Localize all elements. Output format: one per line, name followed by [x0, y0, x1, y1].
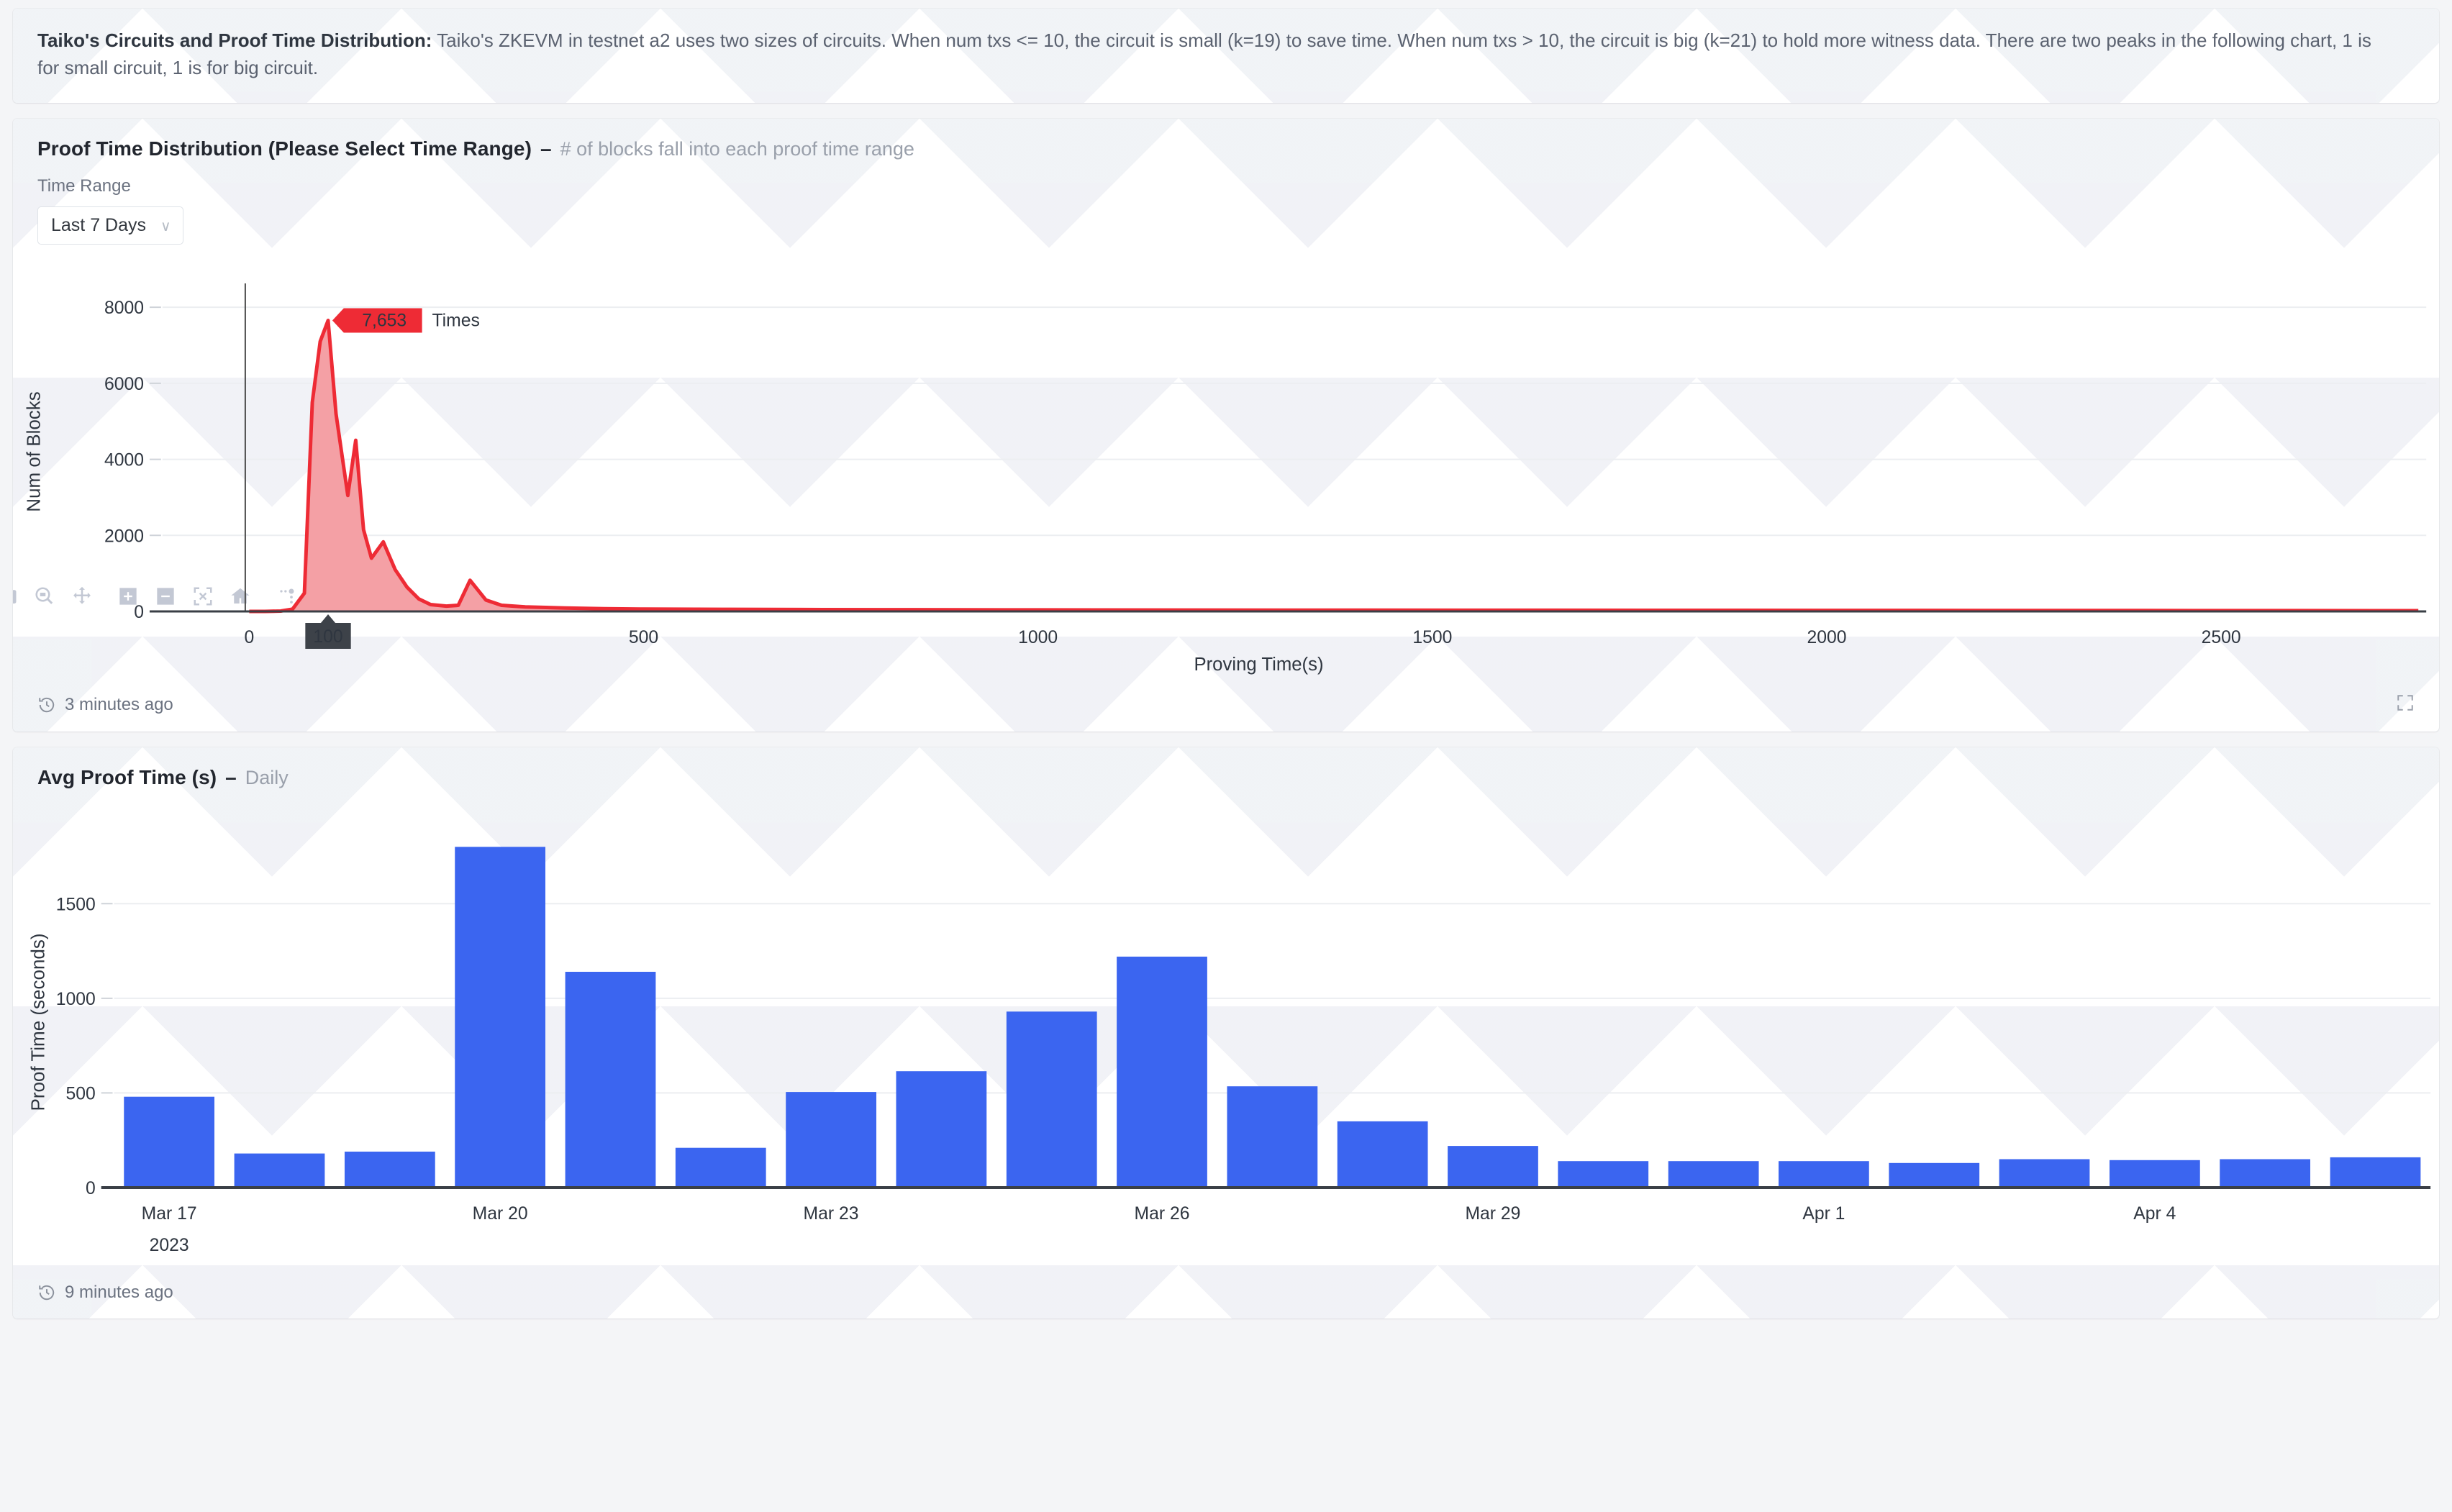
avg-proof-time-card: Avg Proof Time (s) – Daily 0 500 1000 1500 …: [13, 747, 2439, 1319]
svg-text:0: 0: [86, 1178, 96, 1198]
svg-text:Mar 29: Mar 29: [1465, 1203, 1520, 1224]
svg-text:0: 0: [244, 627, 254, 647]
description-lead: Taiko's Circuits and Proof Time Distribu…: [37, 29, 432, 51]
expand-icon[interactable]: [2396, 693, 2415, 716]
panel1-title: Proof Time Distribution (Please Select T…: [37, 137, 532, 160]
bar[interactable]: [1779, 1161, 1869, 1188]
y-gridlines: [162, 306, 2427, 537]
time-range-value: Last 7 Days: [51, 215, 147, 236]
panel1-header: Proof Time Distribution (Please Select T…: [13, 137, 2439, 160]
description-card: Taiko's Circuits and Proof Time Distribu…: [13, 9, 2439, 104]
svg-text:Times: Times: [432, 311, 479, 331]
svg-text:2023: 2023: [150, 1235, 189, 1255]
bar[interactable]: [675, 1148, 766, 1188]
hover-x-label: 100: [305, 614, 351, 650]
time-range-control: Time Range Last 7 Days ∨: [13, 160, 2439, 245]
avg-proof-time-plot[interactable]: 0 500 1000 1500 Mar 17 2023 Mar 20 Mar 23 Mar 2…: [13, 811, 2439, 1271]
area-chart-svg[interactable]: 0 2000 4000 6000 8000 0 500 1000 1500 2000 2500 7…: [13, 279, 2439, 682]
panel1-subtitle: # of blocks fall into each proof time ra…: [560, 138, 914, 160]
panel2-subtitle: Daily: [245, 767, 289, 789]
bar[interactable]: [2330, 1157, 2421, 1188]
svg-text:2000: 2000: [1807, 627, 1846, 647]
svg-text:Mar 17: Mar 17: [142, 1203, 197, 1224]
panel2-updated: 9 minutes ago: [37, 1283, 173, 1303]
x-axis-ticks: 0 500 1000 1500 2000 2500: [244, 627, 2240, 647]
description-text: Taiko's Circuits and Proof Time Distribu…: [37, 27, 2376, 81]
svg-text:Apr 1: Apr 1: [1802, 1203, 1845, 1224]
x-axis-ticks: Mar 17 2023 Mar 20 Mar 23 Mar 26 Mar 29 Apr 1 A…: [142, 1203, 2176, 1255]
panel1-footer: 3 minutes ago: [13, 682, 2439, 732]
peak-annotation: 7,653 Times: [332, 308, 480, 333]
bar[interactable]: [1889, 1163, 1980, 1188]
panel2-header: Avg Proof Time (s) – Daily: [13, 766, 2439, 789]
bar[interactable]: [455, 847, 545, 1188]
svg-text:1000: 1000: [56, 989, 96, 1009]
y-axis-ticks: 0 2000 4000 6000 8000: [104, 298, 161, 622]
y-axis-title: Num of Blocks: [24, 392, 45, 513]
proof-time-distribution-plot[interactable]: 0 2000 4000 6000 8000 0 500 1000 1500 2000 2500 7…: [13, 279, 2439, 682]
svg-text:4000: 4000: [104, 450, 144, 470]
bars[interactable]: [124, 847, 2421, 1188]
bar[interactable]: [344, 1152, 435, 1188]
panel2-updated-text: 9 minutes ago: [65, 1283, 173, 1303]
svg-text:2000: 2000: [104, 527, 144, 547]
bar[interactable]: [1668, 1161, 1759, 1188]
svg-text:Mar 23: Mar 23: [804, 1203, 859, 1224]
svg-text:Apr 4: Apr 4: [2133, 1203, 2176, 1224]
area-line: [249, 319, 2419, 614]
time-range-select[interactable]: Last 7 Days ∨: [37, 206, 183, 245]
panel2-dash: –: [225, 766, 237, 789]
x-axis-title: Proving Time(s): [1194, 655, 1323, 675]
bar[interactable]: [896, 1071, 987, 1188]
bar[interactable]: [1558, 1161, 1649, 1188]
y-axis-ticks: 0 500 1000 1500: [56, 895, 113, 1198]
svg-text:500: 500: [629, 627, 658, 647]
svg-text:100: 100: [313, 627, 342, 647]
bar[interactable]: [1227, 1086, 1318, 1188]
bar[interactable]: [565, 972, 656, 1188]
bar[interactable]: [1999, 1159, 2090, 1188]
svg-text:Mar 20: Mar 20: [473, 1203, 528, 1224]
y-axis-title: Proof Time (seconds): [29, 934, 49, 1111]
history-icon: [39, 1285, 55, 1301]
svg-text:1000: 1000: [1018, 627, 1058, 647]
panel2-title: Avg Proof Time (s): [37, 766, 217, 789]
bar[interactable]: [1448, 1146, 1538, 1188]
panel1-dash: –: [540, 137, 552, 160]
bar[interactable]: [2220, 1159, 2311, 1188]
bar[interactable]: [1337, 1121, 1428, 1188]
history-icon: [39, 697, 55, 713]
svg-text:1500: 1500: [56, 895, 96, 915]
panel1-updated: 3 minutes ago: [37, 695, 173, 715]
svg-text:1500: 1500: [1412, 627, 1452, 647]
svg-text:8000: 8000: [104, 298, 144, 318]
bar[interactable]: [2109, 1160, 2200, 1188]
svg-text:Mar 26: Mar 26: [1135, 1203, 1190, 1224]
bar-chart-svg[interactable]: 0 500 1000 1500 Mar 17 2023 Mar 20 Mar 23 Mar 2…: [13, 811, 2439, 1271]
svg-text:2500: 2500: [2202, 627, 2241, 647]
svg-text:7,653: 7,653: [362, 311, 407, 331]
svg-text:0: 0: [134, 602, 144, 622]
chevron-down-icon: ∨: [160, 218, 171, 234]
area-fill: [249, 320, 2419, 612]
bar[interactable]: [124, 1097, 215, 1188]
time-range-label: Time Range: [37, 176, 131, 196]
panel2-footer: 9 minutes ago: [13, 1271, 2439, 1319]
dashboard-page: Taiko's Circuits and Proof Time Distribu…: [0, 0, 2452, 1319]
svg-text:6000: 6000: [104, 374, 144, 394]
bar[interactable]: [786, 1092, 876, 1188]
bar[interactable]: [234, 1153, 325, 1188]
proof-time-distribution-card: Proof Time Distribution (Please Select T…: [13, 119, 2439, 732]
bar[interactable]: [1006, 1011, 1097, 1188]
bar[interactable]: [1117, 957, 1207, 1188]
svg-text:500: 500: [66, 1084, 96, 1104]
panel1-updated-text: 3 minutes ago: [65, 694, 173, 714]
